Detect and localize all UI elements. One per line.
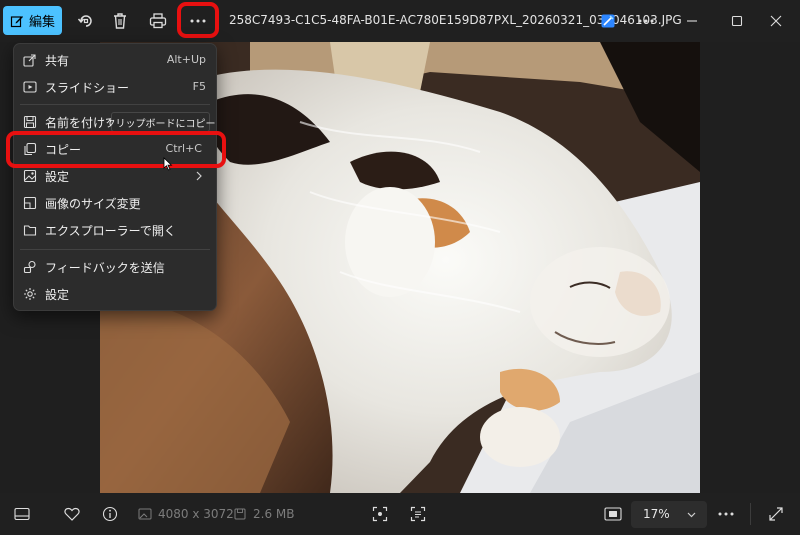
menu-item-send-feedback[interactable]: フィードバックを送信 (14, 254, 216, 280)
close-icon (770, 15, 782, 27)
menu-item-settings[interactable]: 設定 (14, 281, 216, 307)
gear-icon (24, 288, 36, 300)
menu-item-label: スライドショー (45, 81, 130, 95)
file-size-icon (234, 508, 246, 520)
menu-item-slideshow[interactable]: スライドショー F5 (14, 74, 216, 100)
more-button-highlight (177, 2, 219, 38)
zoom-dropdown[interactable]: 17% (631, 501, 707, 528)
focus-icon (372, 506, 388, 522)
file-info-button[interactable] (100, 504, 120, 524)
expand-icon (769, 507, 783, 521)
print-button[interactable] (145, 8, 171, 34)
menu-divider (20, 249, 210, 250)
menu-divider (20, 104, 210, 105)
chevron-right-icon (196, 171, 202, 181)
minimize-icon (687, 20, 697, 22)
edit-with-app-button[interactable] (595, 8, 621, 34)
maximize-icon (731, 15, 743, 27)
filmstrip-icon (14, 507, 30, 521)
zoom-value: 17% (643, 507, 670, 521)
heart-icon (64, 507, 80, 521)
menu-item-label: 画像のサイズ変更 (45, 197, 141, 211)
menu-item-shortcut: Alt+Up (166, 53, 206, 66)
trash-icon (114, 13, 126, 29)
app-edit-icon (601, 14, 615, 28)
chevron-down-icon (687, 512, 696, 518)
save-icon (23, 115, 37, 129)
bottom-more-button[interactable] (716, 504, 736, 524)
full-screen-button[interactable] (766, 504, 786, 524)
titlebar-more-button[interactable] (633, 8, 659, 34)
menu-item-label: 設定 (45, 170, 70, 184)
image-size-icon (138, 508, 152, 520)
bottom-toolbar: 4080 x 3072 2.6 MB 17% (0, 493, 800, 535)
set-as-icon (23, 169, 37, 183)
menu-item-label: フィードバックを送信 (45, 261, 165, 275)
text-scan-button[interactable] (408, 504, 428, 524)
copy-item-highlight (6, 131, 226, 168)
more-icon (638, 19, 654, 23)
visual-search-button[interactable] (370, 504, 390, 524)
share-icon (23, 54, 36, 67)
file-size: 2.6 MB (253, 507, 295, 521)
minimize-button[interactable] (679, 8, 705, 34)
menu-item-open-in-explorer[interactable]: エクスプローラーで開く (14, 217, 216, 243)
menu-item-share[interactable]: 共有 Alt+Up (14, 47, 216, 73)
actual-size-button[interactable] (603, 504, 623, 524)
rotate-icon (77, 15, 92, 27)
text-scan-icon (410, 506, 426, 522)
resize-icon (23, 196, 37, 210)
slideshow-icon (23, 81, 37, 93)
fit-screen-icon (604, 507, 622, 521)
rotate-button[interactable] (73, 8, 99, 34)
maximize-button[interactable] (724, 8, 750, 34)
mouse-cursor-icon (163, 157, 173, 171)
edit-icon (10, 15, 23, 27)
delete-button[interactable] (107, 8, 133, 34)
edit-button[interactable]: 編集 (3, 6, 62, 35)
more-icon (718, 512, 734, 516)
title-bar: 編集 258C7493-C1C5-48FA-B01E-AC780E159D87P… (0, 0, 800, 42)
menu-item-label: エクスプローラーで開く (45, 224, 176, 238)
more-options-menu: 共有 Alt+Up スライドショー F5 名前を付けて保存 コピー Ctrl+C (13, 43, 217, 311)
image-dimensions: 4080 x 3072 (158, 507, 234, 521)
copy-tooltip: クリップボードにコピー (106, 112, 216, 132)
close-button[interactable] (763, 8, 789, 34)
favorite-button[interactable] (62, 504, 82, 524)
info-icon (102, 506, 118, 522)
menu-item-label: 設定 (45, 288, 70, 302)
menu-item-label: 共有 (45, 54, 70, 68)
edit-label: 編集 (28, 15, 55, 30)
printer-icon (149, 13, 167, 29)
filmstrip-button[interactable] (12, 504, 32, 524)
feedback-icon (23, 260, 36, 274)
folder-icon (23, 225, 37, 236)
menu-item-shortcut: F5 (192, 80, 206, 93)
toolbar-divider (750, 503, 751, 525)
menu-item-resize[interactable]: 画像のサイズ変更 (14, 190, 216, 216)
